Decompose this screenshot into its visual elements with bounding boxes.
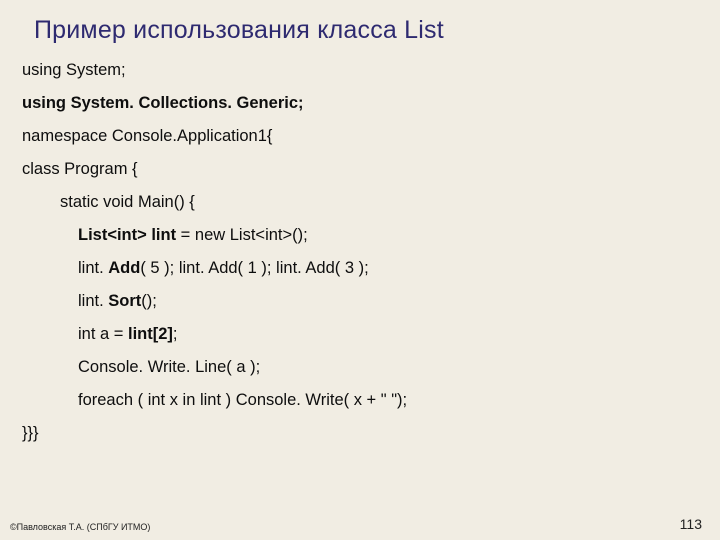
slide-title: Пример использования класса List (34, 16, 692, 45)
code-line-9-bold: lint[2] (128, 325, 173, 343)
code-line-6-rest: = new List<int>(); (176, 226, 308, 244)
code-line-7-pre: lint. (78, 259, 108, 277)
code-line-6: List<int> lint = new List<int>(); (78, 226, 692, 245)
code-line-9-rest: ; (173, 325, 178, 343)
code-line-2-text: using System. Collections. Generic; (22, 94, 304, 112)
code-line-11: foreach ( int x in lint ) Console. Write… (78, 391, 692, 410)
code-line-8-pre: lint. (78, 292, 108, 310)
footer-copyright: ©Павловская Т.А. (СПбГУ ИТМО) (10, 522, 150, 532)
page-number: 113 (680, 516, 702, 532)
code-line-5: static void Main() { (60, 193, 692, 212)
code-line-12: }}} (22, 424, 692, 443)
code-line-8-rest: (); (141, 292, 157, 310)
code-line-9-pre: int a = (78, 325, 128, 343)
code-line-8: lint. Sort(); (78, 292, 692, 311)
code-line-6-bold: List<int> lint (78, 226, 176, 244)
code-line-3: namespace Console.Application1{ (22, 127, 692, 146)
code-line-7-rest: ( 5 ); lint. Add( 1 ); lint. Add( 3 ); (140, 259, 368, 277)
code-line-7: lint. Add( 5 ); lint. Add( 1 ); lint. Ad… (78, 259, 692, 278)
code-line-8-bold: Sort (108, 292, 141, 310)
code-line-4: class Program { (22, 160, 692, 179)
code-line-9: int a = lint[2]; (78, 325, 692, 344)
code-line-2: using System. Collections. Generic; (22, 94, 692, 113)
code-line-10: Console. Write. Line( a ); (78, 358, 692, 377)
slide: Пример использования класса List using S… (0, 0, 720, 540)
code-line-1: using System; (22, 61, 692, 80)
code-line-7-bold: Add (108, 259, 140, 277)
